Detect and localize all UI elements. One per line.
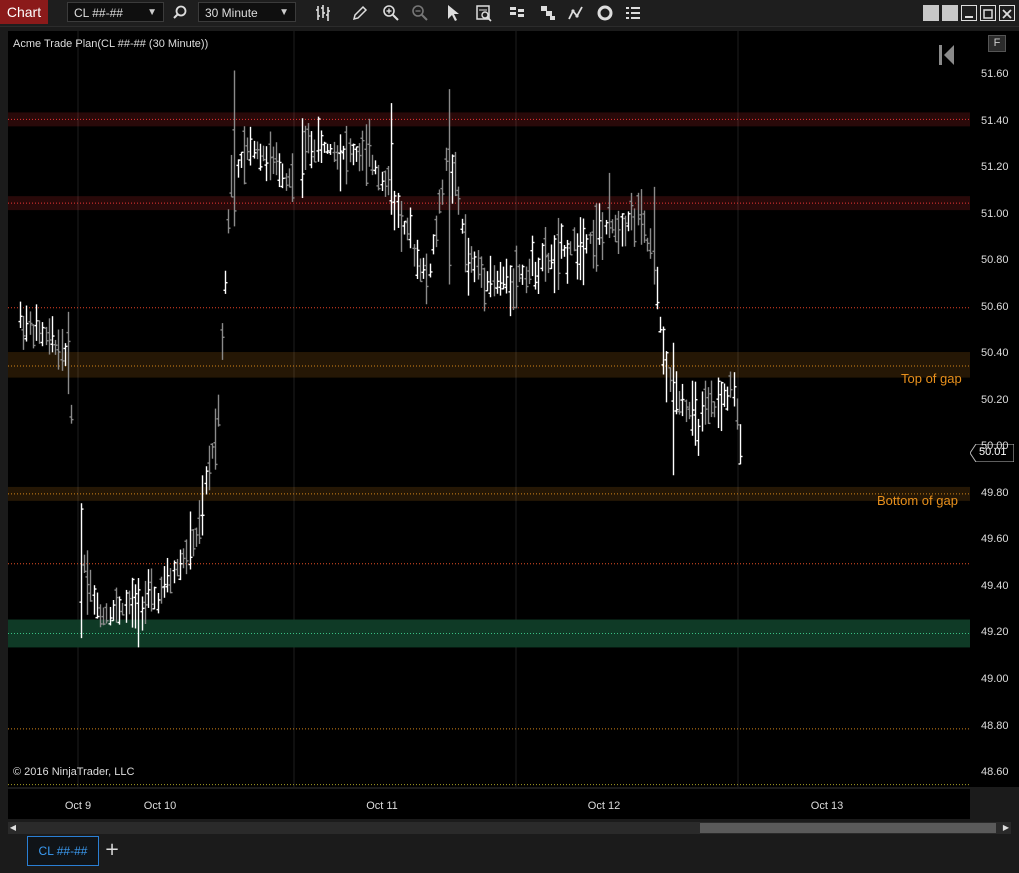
y-tick-label: 50.80 xyxy=(981,254,1009,267)
time-axis[interactable]: Oct 9 Oct 10 Oct 11 Oct 12 Oct 13 xyxy=(8,789,970,819)
add-tab-button[interactable]: + xyxy=(102,838,122,862)
close-button[interactable] xyxy=(999,5,1015,21)
bottom-of-gap-label: Bottom of gap xyxy=(877,493,958,508)
price-chart[interactable] xyxy=(8,31,970,787)
y-tick-label: 51.00 xyxy=(981,207,1009,220)
chevron-down-icon: ▼ xyxy=(279,7,289,18)
y-tick-label: 51.20 xyxy=(981,161,1009,174)
level-band xyxy=(8,352,970,378)
indicators-icon[interactable] xyxy=(566,3,586,23)
y-tick-label: 49.80 xyxy=(981,486,1009,499)
scroll-thumb[interactable] xyxy=(700,823,996,833)
chart-plot-area[interactable]: Acme Trade Plan(CL ##-## (30 Minute)) © … xyxy=(8,31,970,787)
zoom-out-icon[interactable] xyxy=(410,3,430,23)
search-icon[interactable] xyxy=(170,3,190,23)
top-of-gap-label: Top of gap xyxy=(901,371,962,386)
y-tick-label: 50.20 xyxy=(981,393,1009,406)
scroll-right-icon[interactable]: ▶ xyxy=(1001,822,1011,834)
y-tick-label: 50.40 xyxy=(981,347,1009,360)
y-tick-label: 50.60 xyxy=(981,300,1009,313)
properties-list-icon[interactable] xyxy=(623,3,643,23)
pointer-icon[interactable] xyxy=(443,3,463,23)
minimize-button[interactable] xyxy=(961,5,977,21)
instrument-selector[interactable]: CL ##-## ▼ xyxy=(67,2,164,22)
link-button[interactable] xyxy=(942,5,958,21)
tab-bar: CL ##-## + xyxy=(0,834,1019,873)
instrument-selector-value: CL ##-## xyxy=(74,6,123,20)
y-tick-label: 49.60 xyxy=(981,533,1009,546)
strategies-icon[interactable] xyxy=(538,3,558,23)
x-tick-label: Oct 10 xyxy=(143,800,177,812)
y-tick-label: 51.40 xyxy=(981,114,1009,127)
y-tick-label: 48.60 xyxy=(981,766,1009,779)
x-tick-label: Oct 11 xyxy=(366,800,398,812)
y-tick-label: 48.80 xyxy=(981,719,1009,732)
y-tick-label: 49.00 xyxy=(981,672,1009,685)
scroll-to-start-icon[interactable] xyxy=(937,43,957,67)
y-tick-label: 51.60 xyxy=(981,68,1009,81)
x-tick-label: Oct 12 xyxy=(587,800,621,812)
scroll-left-icon[interactable]: ◀ xyxy=(8,822,18,834)
chart-title: Acme Trade Plan(CL ##-## (30 Minute)) xyxy=(13,38,209,50)
chevron-down-icon: ▼ xyxy=(147,7,157,18)
bar-type-icon[interactable] xyxy=(313,3,333,23)
y-tick-label: 50.00 xyxy=(981,440,1009,453)
pencil-icon[interactable] xyxy=(350,3,370,23)
chart-window-tab[interactable]: Chart xyxy=(0,0,48,24)
zoom-in-icon[interactable] xyxy=(381,3,401,23)
y-tick-label: 49.20 xyxy=(981,626,1009,639)
tab-instrument[interactable]: CL ##-## xyxy=(27,836,99,866)
price-axis[interactable]: F 50.01 51.60 51.40 51.20 51.00 50.80 50.60 50… xyxy=(970,31,1019,787)
maximize-button[interactable] xyxy=(980,5,996,21)
data-box-icon[interactable] xyxy=(474,3,494,23)
interval-selector[interactable]: 30 Minute ▼ xyxy=(198,2,296,22)
x-tick-label: Oct 13 xyxy=(810,800,844,812)
reload-icon[interactable] xyxy=(595,3,615,23)
order-panel-icon[interactable] xyxy=(507,3,527,23)
chart-toolbar: Chart CL ##-## ▼ 30 Minute ▼ xyxy=(0,0,1019,27)
y-tick-label: 49.40 xyxy=(981,579,1009,592)
fit-button[interactable]: F xyxy=(988,35,1006,52)
window-color-button[interactable] xyxy=(923,5,939,21)
x-tick-label: Oct 9 xyxy=(64,800,92,812)
copyright-text: © 2016 NinjaTrader, LLC xyxy=(13,766,135,778)
horizontal-scrollbar[interactable]: ◀ ▶ xyxy=(8,822,1011,834)
interval-selector-value: 30 Minute xyxy=(205,6,258,20)
